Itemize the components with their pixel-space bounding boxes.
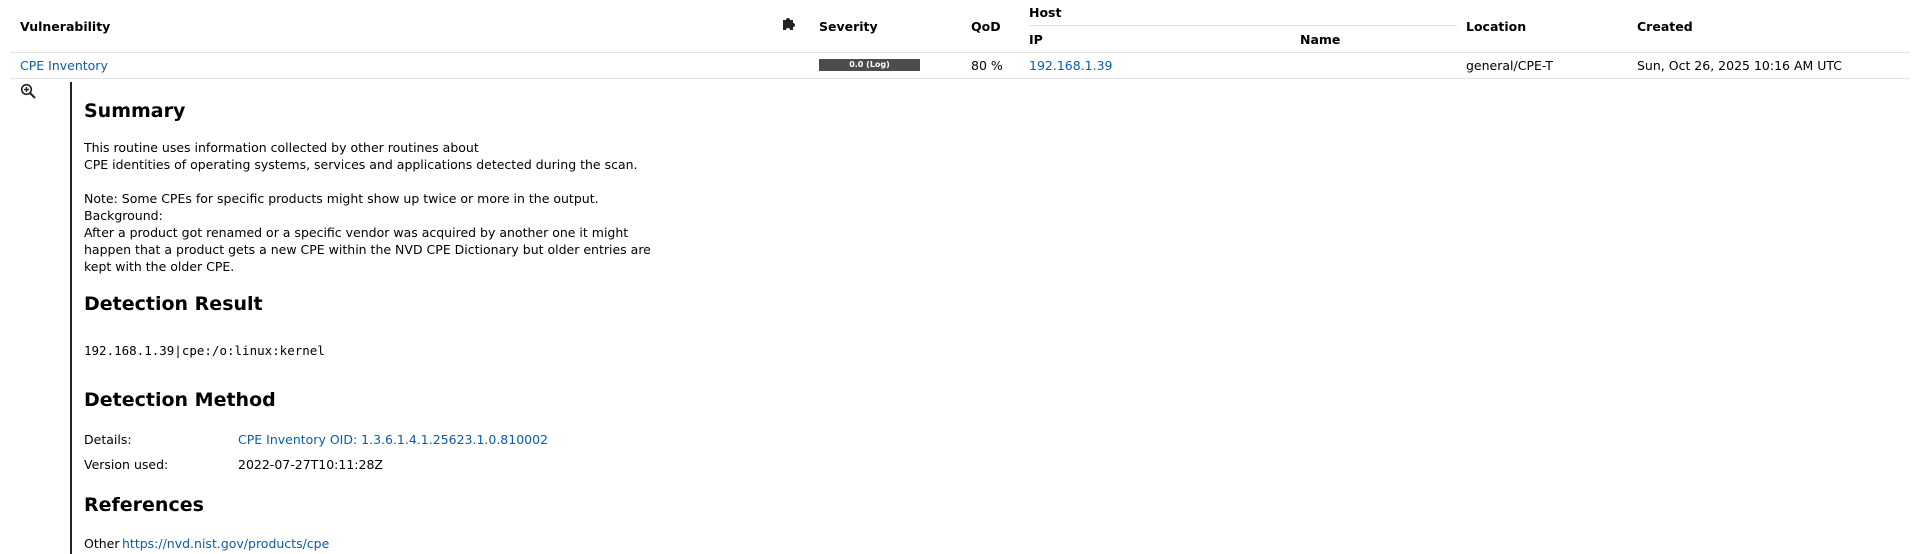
summary-line-1: This routine uses information collected … — [84, 140, 479, 155]
row-divider — [10, 78, 1910, 79]
details-oid-link[interactable]: CPE Inventory OID: 1.3.6.1.4.1.25623.1.0… — [238, 432, 548, 447]
location-value: general/CPE-T — [1466, 58, 1553, 73]
reference-other-label: Other — [84, 536, 120, 551]
header-host: Host — [1029, 5, 1062, 20]
header-location[interactable]: Location — [1466, 19, 1526, 34]
summary-background: After a product got renamed or a specifi… — [84, 225, 651, 274]
version-label: Version used: — [84, 457, 169, 472]
reference-other-link[interactable]: https://nvd.nist.gov/products/cpe — [122, 536, 329, 551]
detection-result-value: 192.168.1.39|cpe:/o:linux:kernel — [84, 343, 325, 358]
vulnerability-link[interactable]: CPE Inventory — [20, 58, 108, 73]
detection-method-heading: Detection Method — [84, 389, 276, 411]
references-heading: References — [84, 494, 204, 516]
details-label: Details: — [84, 432, 132, 447]
detection-result-heading: Detection Result — [84, 293, 263, 315]
header-qod[interactable]: QoD — [971, 19, 1001, 34]
summary-note: Note: Some CPEs for specific products mi… — [84, 191, 599, 223]
created-value: Sun, Oct 26, 2025 10:16 AM UTC — [1637, 58, 1843, 73]
host-ip-link[interactable]: 192.168.1.39 — [1029, 58, 1113, 73]
host-header-divider — [1029, 25, 1457, 26]
puzzle-piece-icon[interactable] — [781, 15, 797, 31]
header-ip[interactable]: IP — [1029, 32, 1043, 47]
header-severity[interactable]: Severity — [819, 19, 878, 34]
header-divider — [10, 52, 1910, 53]
summary-heading: Summary — [84, 100, 186, 122]
header-name[interactable]: Name — [1300, 32, 1340, 47]
header-vulnerability[interactable]: Vulnerability — [20, 19, 110, 34]
header-created[interactable]: Created — [1637, 19, 1693, 34]
qod-value: 80 % — [971, 58, 1003, 73]
severity-bar: 0.0 (Log) — [819, 59, 920, 71]
details-border — [70, 82, 72, 554]
version-value: 2022-07-27T10:11:28Z — [238, 457, 383, 472]
zoom-in-icon[interactable] — [20, 83, 36, 99]
summary-line-2: CPE identities of operating systems, ser… — [84, 157, 638, 172]
